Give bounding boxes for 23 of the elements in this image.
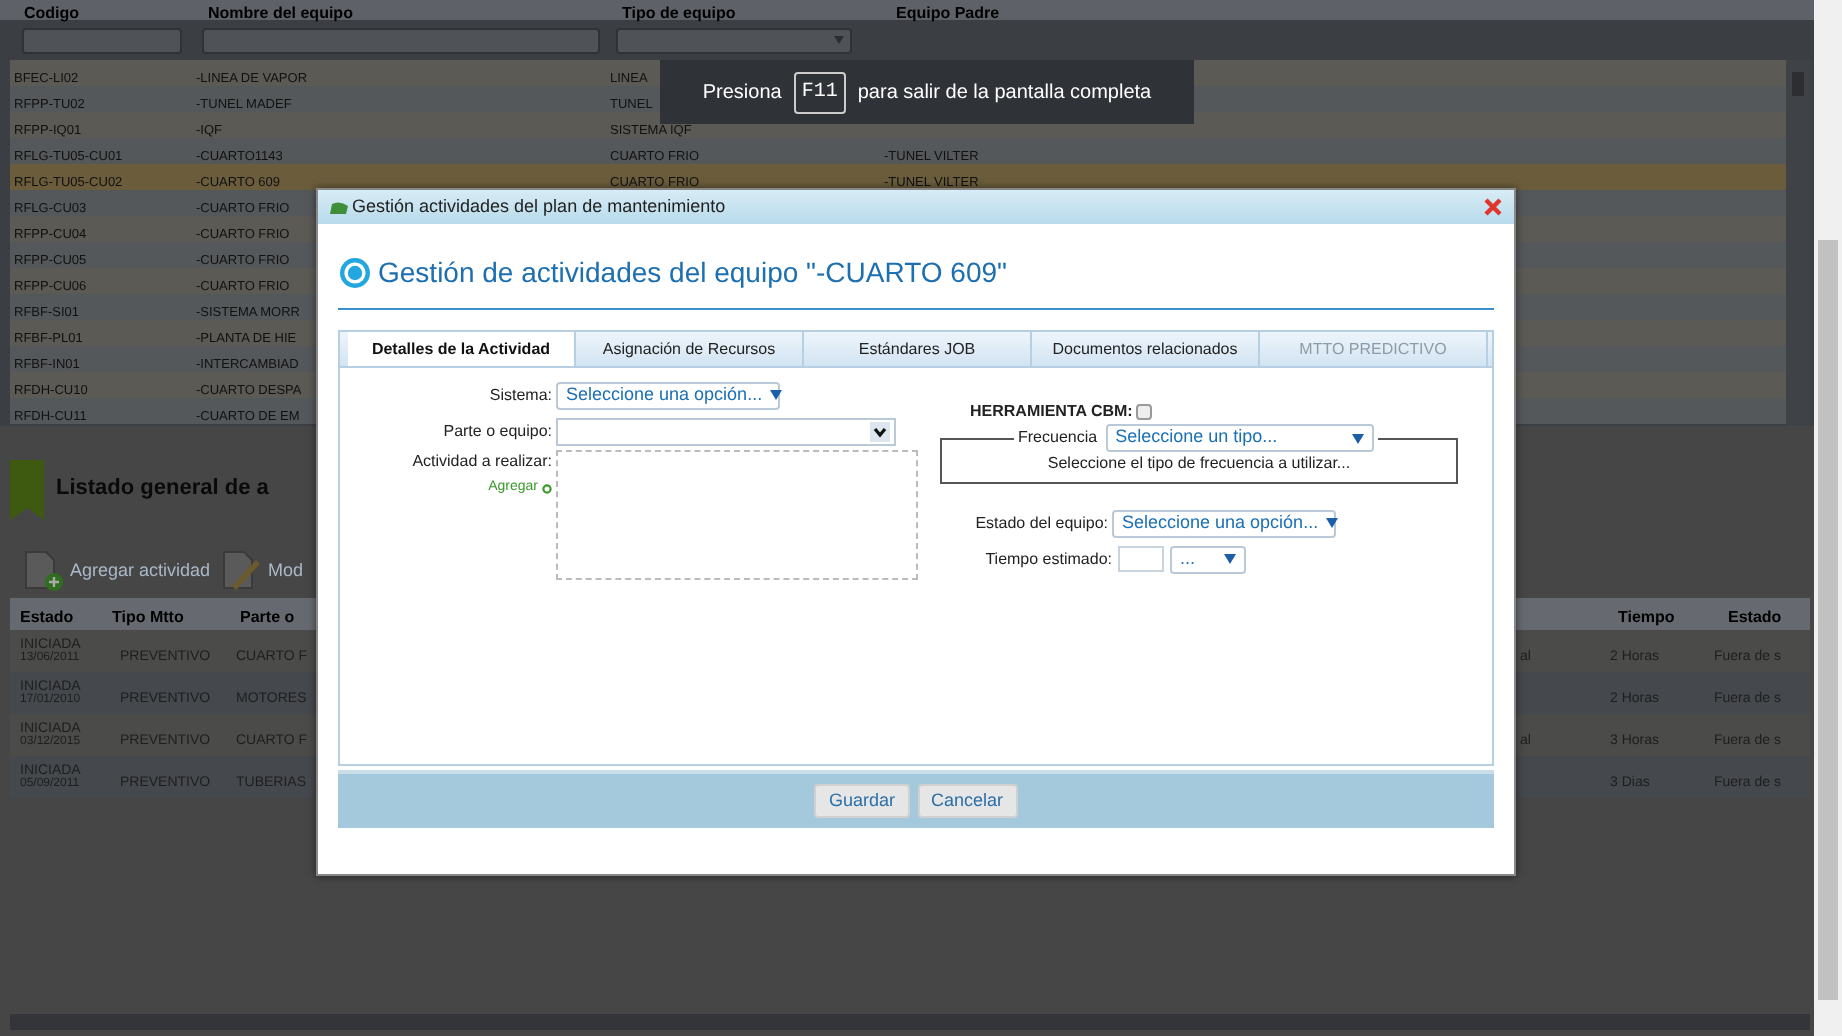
toast-text: Presiona xyxy=(702,79,782,107)
column-header: Equipo Padre xyxy=(896,4,1000,22)
frequency-legend: Frecuencia xyxy=(1018,426,1098,450)
field-label: Parte o equipo: xyxy=(443,419,552,443)
section-title: Listado general de a xyxy=(56,474,269,505)
dialog-title: Gestión actividades del plan de mantenimiento xyxy=(352,193,726,220)
column-header: Tipo Mtto xyxy=(112,608,184,626)
key-cap: F11 xyxy=(793,71,846,113)
field-label: Tiempo estimado: xyxy=(985,547,1112,571)
field-label: Estado del equipo: xyxy=(975,511,1108,535)
column-header: Codigo xyxy=(24,4,80,22)
dialog-heading: Gestión de actividades del equipo "-CUARTO 609" xyxy=(378,254,1007,292)
column-header: Estado xyxy=(1728,608,1782,626)
column-header: Nombre del equipo xyxy=(208,4,353,22)
column-header: Estado xyxy=(20,608,74,626)
frequency-hint: Seleccione el tipo de frecuencia a utilizar... xyxy=(1047,452,1351,476)
column-header: Tipo de equipo xyxy=(622,4,736,22)
cbm-label: HERRAMIENTA CBM: xyxy=(970,400,1133,424)
toast-text: para salir de la pantalla completa xyxy=(857,79,1152,107)
column-header: Tiempo xyxy=(1618,608,1675,626)
column-header: Parte o xyxy=(240,608,295,626)
field-label: Sistema: xyxy=(489,383,552,407)
field-label: Actividad a realizar: xyxy=(412,450,552,474)
